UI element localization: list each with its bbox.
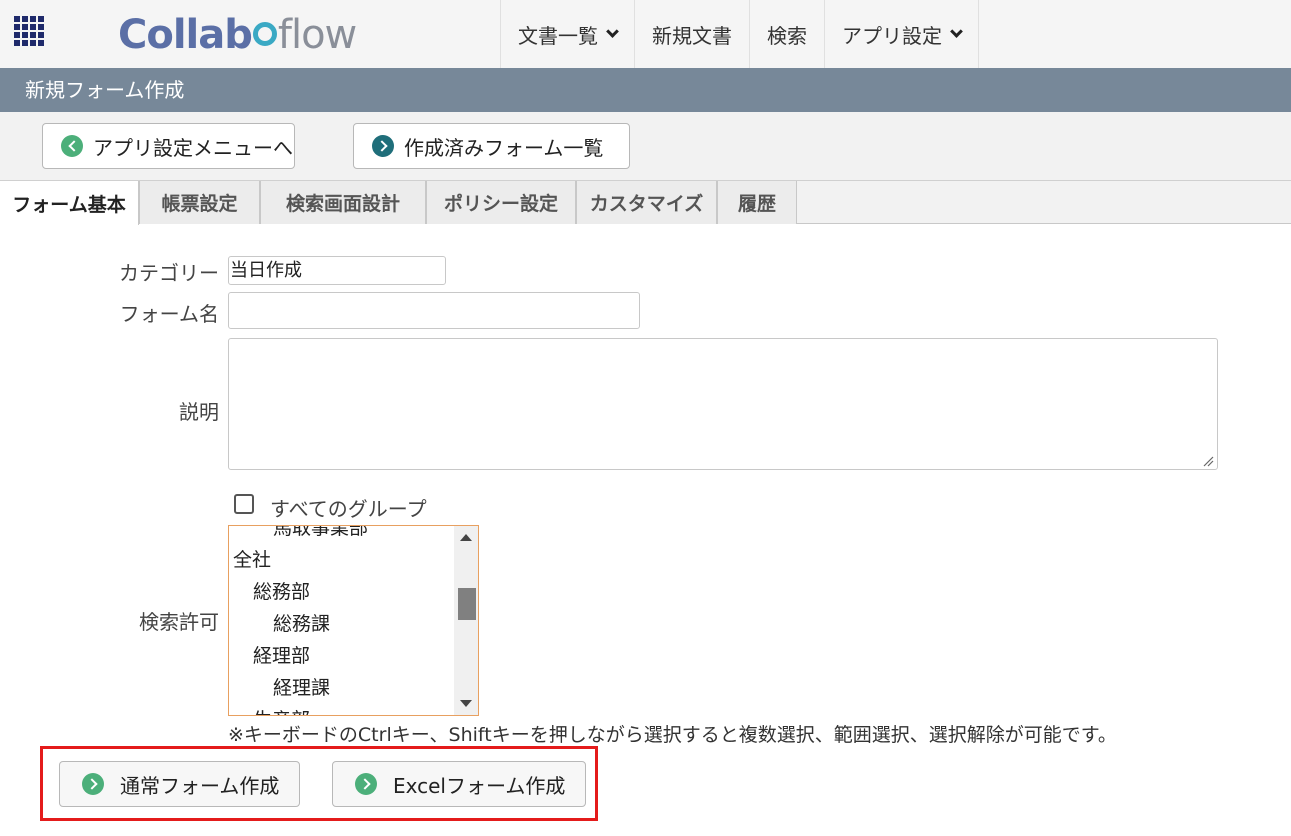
arrow-left-circle-icon (61, 135, 83, 157)
create-normal-form-button[interactable]: 通常フォーム作成 (59, 761, 300, 807)
list-item[interactable]: 全社 (233, 544, 452, 576)
list-item[interactable]: 馬取事業部 (233, 526, 452, 544)
resize-grip-icon[interactable] (1203, 456, 1214, 467)
group-options: 馬取事業部 全社 総務部 総務課 経理部 経理課 生産部 (233, 526, 452, 715)
created-forms-list-button[interactable]: 作成済みフォーム一覧 (353, 123, 630, 169)
all-groups-checkbox[interactable] (234, 494, 254, 514)
chevron-down-icon (606, 24, 619, 38)
search-permission-label: 検索許可 (139, 610, 219, 634)
arrow-right-circle-icon (372, 135, 394, 157)
arrow-right-circle-icon (355, 773, 377, 795)
tab-search-screen-design[interactable]: 検索画面設計 (260, 181, 426, 224)
list-scrollbar[interactable] (454, 526, 478, 715)
list-item[interactable]: 経理部 (233, 640, 452, 672)
create-excel-form-button[interactable]: Excelフォーム作成 (332, 761, 586, 807)
form-name-label: フォーム名 (119, 302, 219, 326)
tab-history[interactable]: 履歴 (717, 181, 797, 224)
nav-search[interactable]: 検索 (750, 0, 825, 68)
back-to-app-settings-button[interactable]: アプリ設定メニューへ (42, 123, 295, 169)
toolbar: アプリ設定メニューへ 作成済みフォーム一覧 (0, 112, 1291, 180)
nav-app-settings[interactable]: アプリ設定 (825, 0, 979, 68)
form-name-input[interactable] (228, 292, 640, 329)
selection-hint-note: ※キーボードのCtrlキー、Shiftキーを押しながら選択すると複数選択、範囲選… (228, 724, 1117, 746)
category-field[interactable]: 当日作成 (228, 256, 446, 285)
tab-report-settings[interactable]: 帳票設定 (139, 181, 260, 224)
list-item[interactable]: 経理課 (233, 672, 452, 704)
nav-documents[interactable]: 文書一覧 (501, 0, 635, 68)
top-bar: Collab flow 文書一覧 新規文書 検索 アプリ設定 (0, 0, 1291, 68)
scrollbar-thumb[interactable] (458, 588, 476, 620)
arrow-right-circle-icon (82, 773, 104, 795)
list-item[interactable]: 総務部 (233, 576, 452, 608)
all-groups-label: すべてのグループ (270, 497, 427, 521)
tab-form-basic[interactable]: フォーム基本 (0, 181, 139, 225)
collaboflow-logo[interactable]: Collab flow (118, 12, 357, 58)
page-title: 新規フォーム作成 (0, 68, 1291, 112)
logo-ring-icon (252, 22, 277, 46)
main-nav: 文書一覧 新規文書 検索 アプリ設定 (500, 0, 979, 68)
nav-new-document[interactable]: 新規文書 (635, 0, 750, 68)
tab-bar: フォーム基本 帳票設定 検索画面設計 ポリシー設定 カスタマイズ 履歴 (0, 180, 1291, 225)
list-item[interactable]: 生産部 (233, 704, 452, 715)
description-label: 説明 (179, 400, 219, 424)
list-item[interactable]: 総務課 (233, 608, 452, 640)
scroll-down-arrow-icon[interactable] (460, 700, 472, 707)
description-textarea[interactable] (228, 338, 1218, 470)
category-label: カテゴリー (119, 261, 219, 285)
chevron-down-icon (950, 24, 963, 38)
app-grid-icon[interactable] (14, 16, 46, 46)
scroll-up-arrow-icon[interactable] (460, 534, 472, 541)
group-select-list[interactable]: 馬取事業部 全社 総務部 総務課 経理部 経理課 生産部 (228, 525, 479, 716)
tab-policy-settings[interactable]: ポリシー設定 (426, 181, 576, 224)
tab-customize[interactable]: カスタマイズ (576, 181, 717, 224)
